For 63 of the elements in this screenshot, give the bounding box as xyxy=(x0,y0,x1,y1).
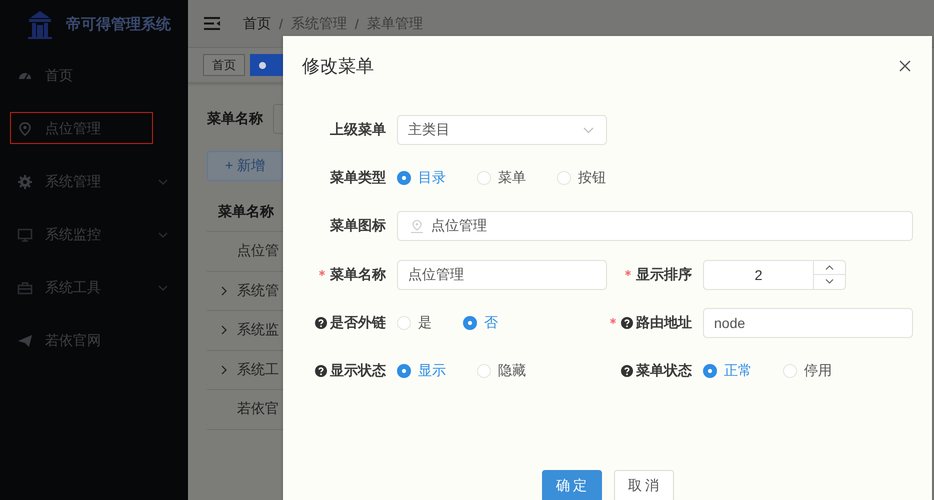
toolbox-icon xyxy=(17,280,33,296)
field-label: 上级菜单 xyxy=(330,121,386,140)
radio-label[interactable]: 正常 xyxy=(724,362,752,380)
confirm-button[interactable]: 确定 xyxy=(542,470,602,500)
field-label: 路由地址 xyxy=(636,314,692,332)
radio-label[interactable]: 显示 xyxy=(418,362,446,380)
input-field[interactable]: 点位管理 xyxy=(397,260,607,290)
breadcrumb-separator: / xyxy=(279,16,283,32)
sidebar-item[interactable]: 系统管理 xyxy=(0,155,188,208)
cancel-button[interactable]: 取消 xyxy=(614,470,674,500)
field-label: 菜单类型 xyxy=(330,169,386,188)
app-title: 帝可得管理系统 xyxy=(66,15,171,34)
tab[interactable] xyxy=(250,54,283,76)
field-label: 显示状态 xyxy=(330,362,386,380)
sidebar-item[interactable]: 点位管理 xyxy=(0,102,188,155)
location-pin-icon xyxy=(17,120,33,136)
input-field[interactable]: node xyxy=(703,308,913,338)
breadcrumb-item[interactable]: 首页 xyxy=(243,14,271,32)
radio-label[interactable]: 按钮 xyxy=(578,169,606,188)
breadcrumb-item[interactable]: 菜单管理 xyxy=(366,14,423,32)
table-cell: 系统工 xyxy=(237,360,279,379)
chevron-icon xyxy=(583,126,594,134)
radio-button[interactable] xyxy=(463,316,477,330)
sidebar-item[interactable]: 系统工具 xyxy=(0,261,188,314)
breadcrumb-item[interactable]: 系统管理 xyxy=(290,14,347,32)
location-pin-icon xyxy=(411,219,423,234)
table-cell: 点位管 xyxy=(237,242,279,260)
field-label: 是否外链 xyxy=(330,314,386,332)
monitor-icon xyxy=(17,226,33,242)
radio-button[interactable] xyxy=(397,364,411,378)
field-label: 菜单图标 xyxy=(330,217,386,236)
close-icon[interactable] xyxy=(899,60,911,72)
paper-plane-icon xyxy=(17,332,33,348)
logo-icon xyxy=(27,10,53,40)
field-label: 菜单名称 xyxy=(207,110,263,128)
table-cell: 系统管 xyxy=(237,282,279,300)
radio-label[interactable]: 否 xyxy=(484,314,498,332)
sidebar-item[interactable]: 首页 xyxy=(0,49,188,102)
chevron-icon[interactable] xyxy=(221,364,227,375)
breadcrumb-separator: / xyxy=(354,16,359,32)
radio-button[interactable] xyxy=(703,364,717,378)
radio-label[interactable]: 是 xyxy=(418,314,432,332)
table-cell: 系统监 xyxy=(237,321,279,340)
field-label: 菜单状态 xyxy=(636,362,692,380)
radio-label[interactable]: 目录 xyxy=(418,169,446,188)
radio-label[interactable]: 隐藏 xyxy=(498,362,526,380)
sidebar-item[interactable]: 若依官网 xyxy=(0,314,188,367)
chevron-icon[interactable] xyxy=(221,286,227,296)
dialog-title: 修改菜单 xyxy=(302,54,374,78)
add-button[interactable]: + 新增 xyxy=(207,151,283,181)
field-label: 菜单名称 xyxy=(330,266,386,284)
icon-field[interactable]: 点位管理 xyxy=(397,211,913,242)
menu-icon[interactable] xyxy=(204,17,220,30)
chevron-icon[interactable] xyxy=(221,325,227,336)
radio-label[interactable]: 菜单 xyxy=(498,169,526,188)
gear-icon xyxy=(17,174,33,190)
sidebar-item[interactable]: 系统监控 xyxy=(0,208,188,261)
table-cell: 若依官 xyxy=(237,400,279,418)
select-field[interactable]: 主类目 xyxy=(397,115,607,146)
radio-button[interactable] xyxy=(397,171,411,186)
field-label: 显示排序 xyxy=(636,266,692,284)
tab[interactable]: 首页 xyxy=(203,54,245,76)
radio-label[interactable]: 停用 xyxy=(804,362,832,380)
